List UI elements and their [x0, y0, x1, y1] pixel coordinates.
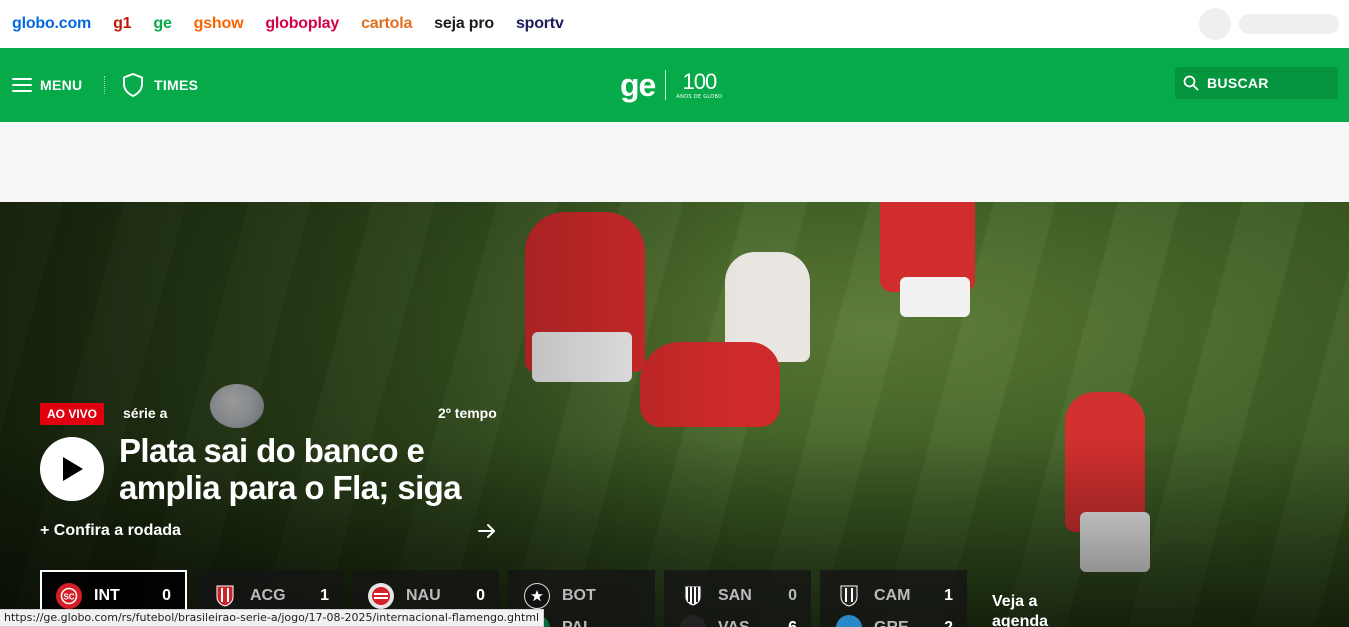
- match-team-row: SC INT 0: [56, 582, 171, 610]
- atletico-go-crest-icon: [212, 583, 238, 609]
- logo-ge-text: ge: [620, 67, 656, 103]
- user-name-placeholder[interactable]: [1239, 14, 1339, 34]
- logo-100-anos: 100 ANOS DE GLOBO: [676, 68, 723, 100]
- menu-label: MENU: [40, 77, 83, 93]
- avatar[interactable]: [1199, 8, 1231, 40]
- search-label: BUSCAR: [1207, 75, 1269, 91]
- team-abbr: VAS: [718, 619, 788, 627]
- brand-link-globoplay[interactable]: globoplay: [265, 15, 339, 33]
- hero-gradient-overlay: [0, 202, 1349, 627]
- team-abbr: ACG: [250, 587, 286, 604]
- atletico-mg-crest-icon: [836, 583, 862, 609]
- match-team-row: NAU 0: [368, 582, 485, 610]
- team-abbr: CAM: [874, 587, 911, 604]
- team-abbr: SAN: [718, 587, 752, 604]
- match-team-row: BOT: [524, 582, 641, 610]
- match-card-cam[interactable]: CAM 1 GRE 2: [820, 570, 967, 627]
- internacional-crest-icon: SC: [56, 583, 82, 609]
- link-status-tooltip: https://ge.globo.com/rs/futebol/brasilei…: [0, 609, 545, 627]
- hamburger-icon: [12, 78, 32, 92]
- brand-link-gshow[interactable]: gshow: [194, 15, 244, 33]
- hero-headline[interactable]: Plata sai do banco e amplia para o Fla; …: [119, 432, 499, 506]
- brand-link-seja-pro[interactable]: seja pro: [434, 15, 494, 33]
- brand-link-sportv[interactable]: sportv: [516, 15, 564, 33]
- team-abbr: PAL: [562, 619, 641, 627]
- times-label: TIMES: [154, 77, 199, 93]
- team-abbr: INT: [94, 587, 120, 604]
- santos-crest-icon: [680, 583, 706, 609]
- brand-link-g1[interactable]: g1: [113, 15, 131, 33]
- team-abbr: BOT: [562, 587, 596, 604]
- team-abbr: NAU: [406, 587, 441, 604]
- team-abbr: GRE: [874, 619, 944, 627]
- round-link[interactable]: + Confira a rodada: [40, 522, 181, 540]
- team-goals: 6: [788, 619, 797, 627]
- match-team-row: SAN 0: [680, 582, 797, 610]
- match-period: 2º tempo: [438, 405, 497, 421]
- match-team-row: CAM 1: [836, 582, 953, 610]
- globo-network-bar: globo.com g1 ge gshow globoplay cartola …: [0, 0, 1349, 48]
- brand-link-globo[interactable]: globo.com: [12, 15, 91, 33]
- user-area[interactable]: [1199, 8, 1339, 40]
- header-divider: [104, 76, 105, 94]
- team-goals: 1: [944, 587, 953, 604]
- hero-highlight[interactable]: AO VIVO série a 2º tempo Plata sai do ba…: [0, 202, 1349, 627]
- match-team-row: ACG 1: [212, 582, 329, 610]
- ge-logo[interactable]: ge 100 ANOS DE GLOBO: [620, 66, 722, 104]
- play-video-button[interactable]: [40, 437, 104, 501]
- team-goals: 0: [788, 587, 797, 604]
- logo-100-number: 100: [682, 68, 718, 94]
- team-goals: 1: [320, 587, 329, 604]
- search-button[interactable]: BUSCAR: [1175, 67, 1338, 99]
- ge-header: MENU TIMES ge 100 ANOS DE GLOBO BUSCAR: [0, 48, 1349, 122]
- agenda-link[interactable]: Veja a agenda: [992, 592, 1062, 627]
- team-goals: 2: [944, 619, 953, 627]
- logo-100-subtitle: ANOS DE GLOBO: [676, 93, 723, 100]
- botafogo-crest-icon: [524, 583, 550, 609]
- menu-button[interactable]: MENU: [12, 48, 82, 122]
- search-icon: [1183, 75, 1199, 91]
- gremio-crest-icon: [836, 615, 862, 627]
- brand-link-cartola[interactable]: cartola: [361, 15, 412, 33]
- match-card-san[interactable]: SAN 0 VAS 6: [664, 570, 811, 627]
- nautico-crest-icon: [368, 583, 394, 609]
- network-links: globo.com g1 ge gshow globoplay cartola …: [12, 15, 586, 33]
- logo-divider: [665, 70, 667, 100]
- times-button[interactable]: TIMES: [122, 48, 198, 122]
- match-team-row: VAS 6: [680, 614, 797, 627]
- live-badge: AO VIVO: [40, 403, 105, 425]
- match-team-row: GRE 2: [836, 614, 953, 627]
- svg-text:SC: SC: [63, 593, 74, 602]
- team-goals: 0: [476, 587, 485, 604]
- brand-link-ge[interactable]: ge: [153, 15, 171, 33]
- arrow-right-icon[interactable]: [476, 520, 498, 542]
- category-label[interactable]: série a: [123, 405, 167, 421]
- vasco-crest-icon: [680, 615, 706, 627]
- shield-icon: [123, 73, 143, 97]
- team-goals: 0: [162, 587, 171, 604]
- play-icon: [63, 457, 83, 481]
- ad-banner-slot: [0, 122, 1349, 202]
